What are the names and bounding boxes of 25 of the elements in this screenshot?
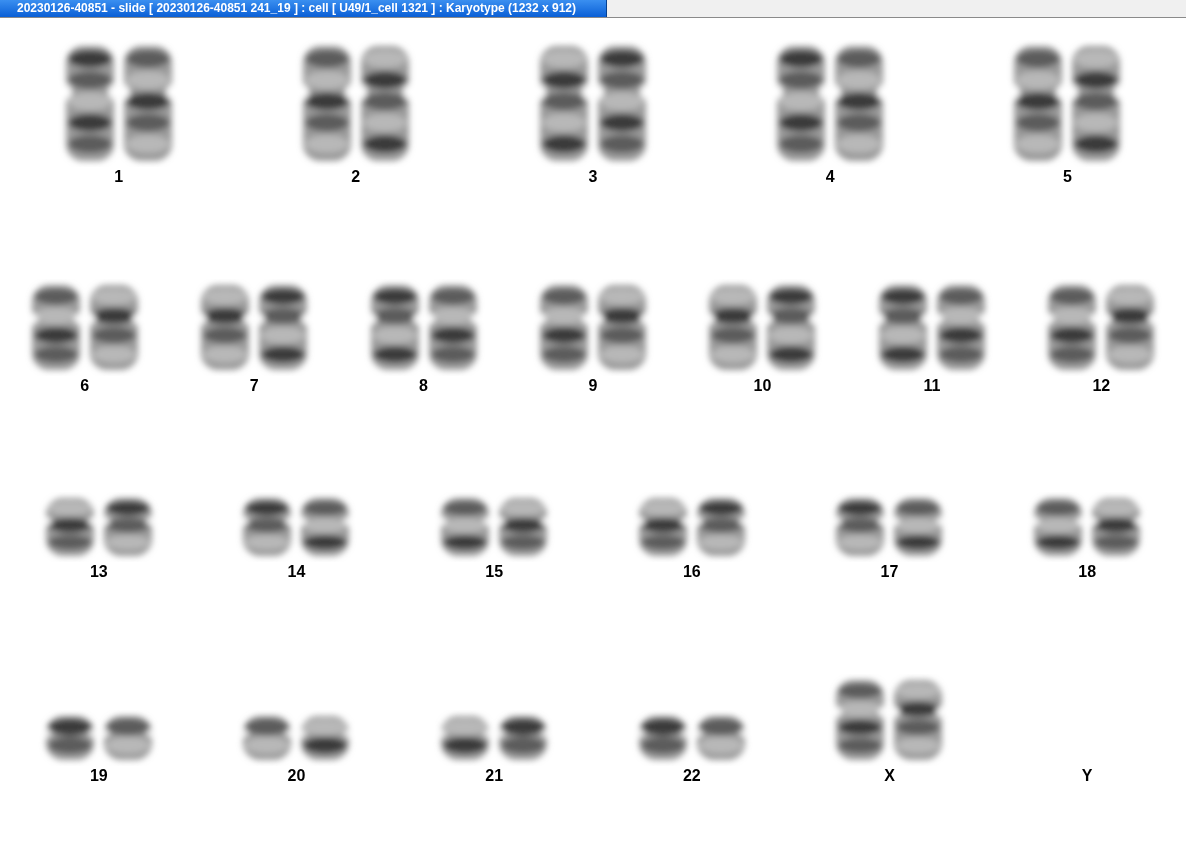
chromosome-label: 14 <box>287 562 306 582</box>
chromosome-label: X <box>884 766 895 786</box>
window-title: 20230126-40851 - slide [ 20230126-40851 241_19 ] : cell [ U49/1_cell 1321 ] : Karyotype (1232 x 912) <box>0 0 607 17</box>
chromosome-label: 21 <box>485 766 504 786</box>
chromosome-label: 5 <box>1062 167 1072 187</box>
chromosome-label: Y <box>1081 766 1093 786</box>
chromosome-label: 11 <box>923 376 941 396</box>
chromosome-label: 10 <box>753 376 772 396</box>
chromosome-label: 22 <box>682 766 701 786</box>
chromosome-label: 2 <box>351 167 361 187</box>
chromosome-label: 15 <box>485 562 504 582</box>
chromosome-label: 9 <box>588 376 598 396</box>
chromosome-label: 20 <box>287 766 306 786</box>
chromosome-label: 7 <box>249 376 259 396</box>
chromosome-label: 6 <box>80 376 90 396</box>
chromosome-label: 1 <box>114 167 124 187</box>
chromosome-label: 4 <box>825 167 835 187</box>
chromosome-label: 12 <box>1092 376 1111 396</box>
chromosome-label: 18 <box>1078 562 1097 582</box>
chromosome-label: 17 <box>880 562 899 582</box>
chromosome-label: 8 <box>419 376 428 396</box>
chromosome-label: 13 <box>89 562 108 582</box>
chromosome-label: 3 <box>588 167 598 187</box>
chromosome-label: 19 <box>89 766 108 786</box>
chromosome-label: 16 <box>682 562 701 582</box>
